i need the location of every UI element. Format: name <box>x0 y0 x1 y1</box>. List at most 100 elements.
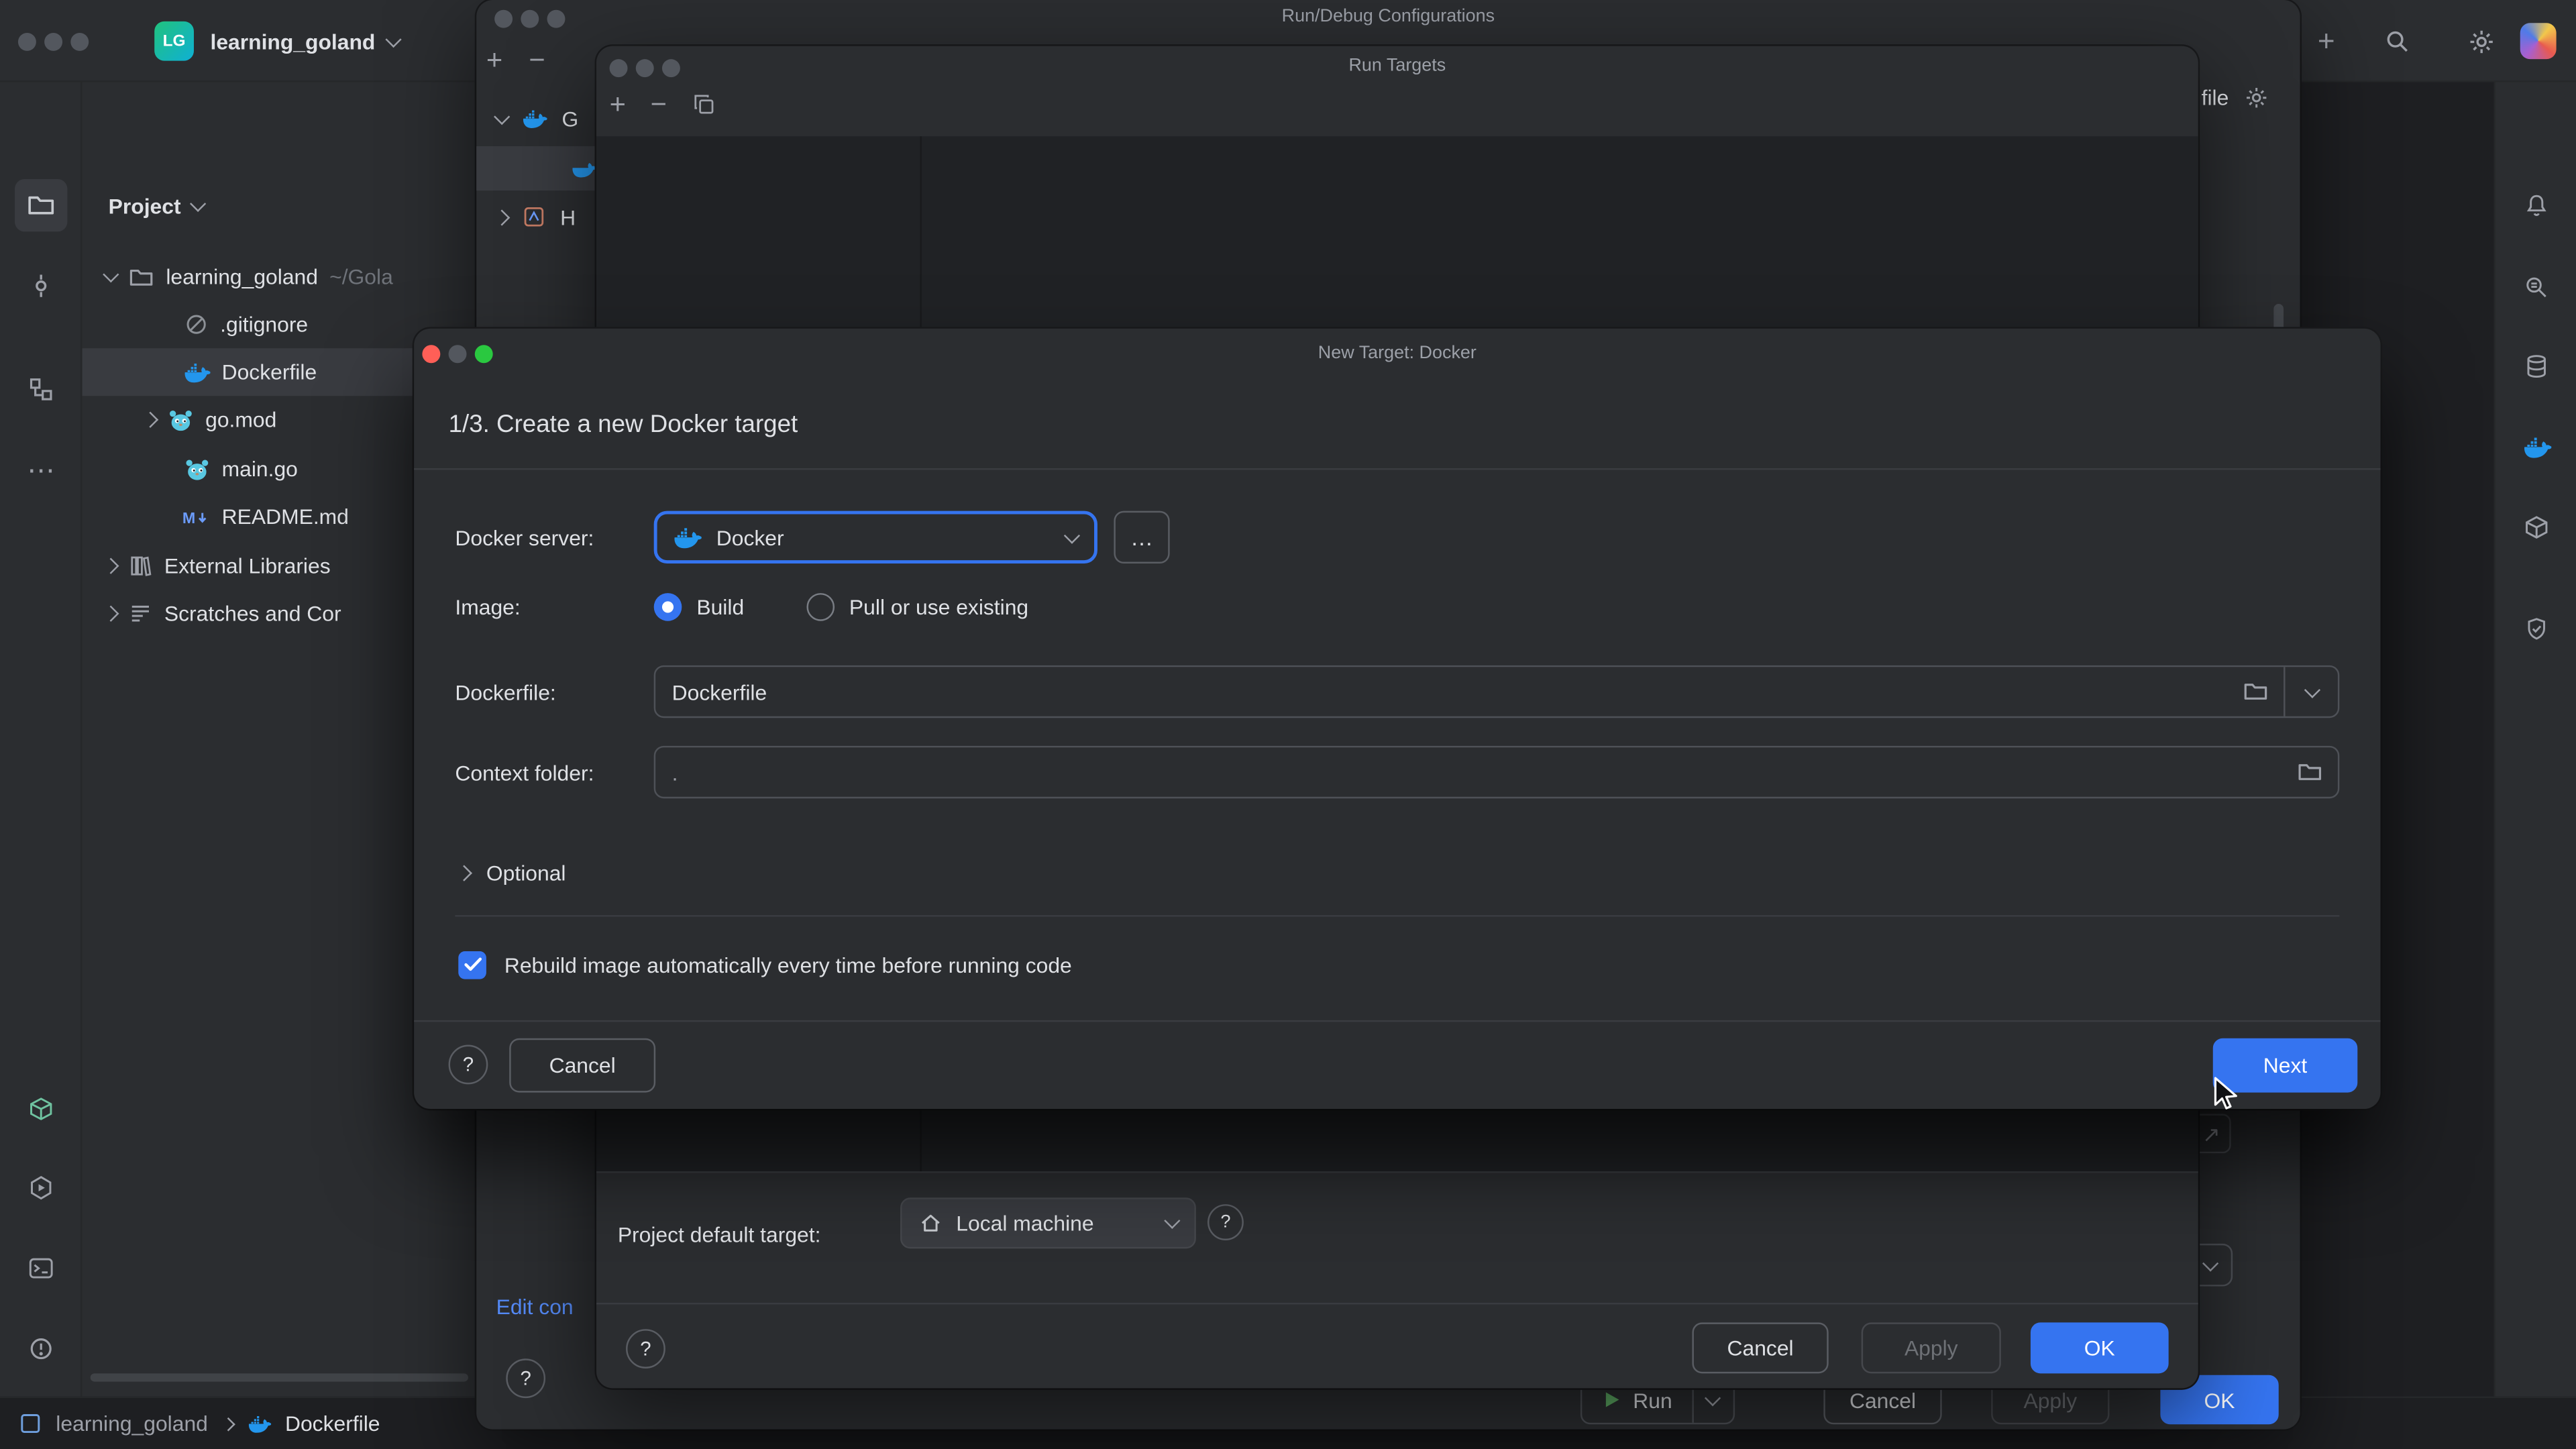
optional-label: Optional <box>486 860 566 885</box>
tool-docker-button[interactable] <box>2514 424 2560 470</box>
chevron-right-icon <box>103 558 119 574</box>
breadcrumb-file[interactable]: Dockerfile <box>285 1411 380 1436</box>
more-icon: ⋯ <box>27 456 55 484</box>
folder-icon[interactable] <box>2297 759 2323 785</box>
config-tree-group-2[interactable]: H <box>496 197 576 237</box>
default-target-help-button[interactable]: ? <box>1208 1204 1244 1240</box>
default-target-value: Local machine <box>956 1211 1093 1236</box>
cancel-button[interactable]: Cancel <box>509 1038 655 1093</box>
cancel-button[interactable]: Cancel <box>1692 1322 1828 1373</box>
new-target-dialog: New Target: Docker 1/3. Create a new Doc… <box>414 329 2380 1109</box>
config-tree-label: G <box>562 106 579 131</box>
search-lines-icon <box>2524 274 2550 301</box>
play-icon <box>1602 1390 1621 1409</box>
radio-build-label[interactable]: Build <box>696 594 744 619</box>
tool-project-button[interactable] <box>15 179 67 231</box>
search-icon <box>2383 28 2410 54</box>
docker-icon <box>674 523 702 551</box>
project-panel-header[interactable]: Project <box>109 184 204 227</box>
remove-target-button[interactable]: − <box>651 91 667 119</box>
tree-item-path: ~/Gola <box>329 264 393 289</box>
go-icon <box>168 407 194 433</box>
remove-configuration-button[interactable]: − <box>529 46 545 74</box>
gear-icon <box>2467 27 2495 55</box>
library-icon <box>128 553 153 578</box>
gear-icon[interactable] <box>2243 85 2268 110</box>
divider <box>596 1171 2198 1173</box>
tree-item-label: learning_goland <box>166 264 318 289</box>
image-radio-group: Build Pull or use existing <box>654 590 1028 623</box>
optional-toggle[interactable]: Optional <box>458 857 566 887</box>
radio-pull[interactable] <box>806 592 835 621</box>
apply-button[interactable]: Apply <box>1862 1322 2001 1373</box>
tool-database-button[interactable] <box>2514 343 2560 390</box>
run-button-label: Run <box>1633 1387 1672 1412</box>
folder-icon[interactable] <box>2243 678 2269 704</box>
add-configuration-button[interactable]: + <box>486 46 502 74</box>
add-button[interactable]: + <box>2303 18 2349 64</box>
user-avatar[interactable] <box>2520 23 2557 59</box>
ok-button[interactable]: OK <box>2031 1322 2169 1373</box>
tool-commit-button[interactable] <box>18 263 64 309</box>
tool-containers-button[interactable] <box>2514 504 2560 551</box>
notifications-button[interactable] <box>2514 182 2560 229</box>
chevron-right-icon <box>142 412 158 428</box>
config-tree-group-docker[interactable]: G <box>496 99 579 138</box>
tool-build-button[interactable] <box>18 1086 64 1132</box>
docker-icon <box>184 359 210 385</box>
add-target-button[interactable]: + <box>610 91 626 119</box>
shield-icon <box>2524 616 2550 642</box>
context-folder-value: . <box>655 760 678 785</box>
default-target-combo[interactable]: Local machine <box>900 1197 1196 1248</box>
tree-item-label: go.mod <box>205 407 276 432</box>
rebuild-checkbox-row[interactable]: Rebuild image automatically every time b… <box>458 950 1072 979</box>
tool-services-button[interactable] <box>18 1165 64 1211</box>
dockerfile-field[interactable]: Dockerfile <box>654 665 2340 718</box>
ignore-icon <box>184 312 209 337</box>
package-icon <box>28 1095 54 1122</box>
project-switcher[interactable]: learning_goland <box>210 29 400 54</box>
config-tree-selected-row[interactable] <box>476 146 596 191</box>
rebuild-checkbox[interactable] <box>458 951 486 979</box>
tool-structure-button[interactable] <box>18 366 64 413</box>
project-panel-title: Project <box>109 193 181 218</box>
chevron-down-icon <box>2202 1254 2218 1271</box>
folder-icon <box>26 191 56 220</box>
find-tool-button[interactable] <box>2514 264 2560 311</box>
browse-server-button[interactable]: … <box>1114 511 1169 564</box>
help-button[interactable]: ? <box>626 1329 665 1368</box>
close-button[interactable] <box>18 33 36 51</box>
settings-button[interactable] <box>2458 18 2504 64</box>
window-controls[interactable] <box>18 33 89 51</box>
more-tools-button[interactable]: ⋯ <box>18 447 64 493</box>
store-as-file-row[interactable]: file <box>2202 85 2268 110</box>
copy-icon[interactable] <box>692 92 716 117</box>
divider <box>596 1303 2198 1304</box>
chevron-down-icon <box>1064 527 1080 543</box>
docker-server-combo[interactable]: Docker <box>654 511 1097 564</box>
chevron-down-icon <box>1705 1389 1721 1405</box>
folder-icon <box>128 264 154 290</box>
help-button[interactable]: ? <box>449 1045 488 1085</box>
home-icon <box>918 1211 943 1236</box>
horizontal-scrollbar[interactable] <box>91 1373 468 1381</box>
open-new-icon: ↗ <box>2202 1123 2220 1144</box>
database-icon <box>2524 354 2550 380</box>
chevron-right-icon <box>221 1417 235 1431</box>
help-button[interactable]: ? <box>506 1358 545 1398</box>
search-everywhere-button[interactable] <box>2374 18 2420 64</box>
tool-problems-button[interactable] <box>18 1326 64 1372</box>
radio-pull-label[interactable]: Pull or use existing <box>849 594 1028 619</box>
tool-terminal-button[interactable] <box>18 1245 64 1291</box>
radio-build[interactable] <box>654 592 682 621</box>
dialog-title: New Target: Docker <box>414 343 2380 363</box>
breadcrumb-project[interactable]: learning_goland <box>56 1411 208 1436</box>
zoom-button[interactable] <box>70 33 89 51</box>
dockerfile-dropdown-button[interactable] <box>2284 667 2338 716</box>
minimize-button[interactable] <box>44 33 62 51</box>
context-folder-field[interactable]: . <box>654 746 2340 798</box>
tool-security-button[interactable] <box>2514 606 2560 653</box>
edit-templates-link[interactable]: Edit con <box>496 1295 574 1320</box>
chevron-down-icon <box>190 195 206 211</box>
tree-item-root[interactable]: learning_goland ~/Gola <box>82 253 476 301</box>
